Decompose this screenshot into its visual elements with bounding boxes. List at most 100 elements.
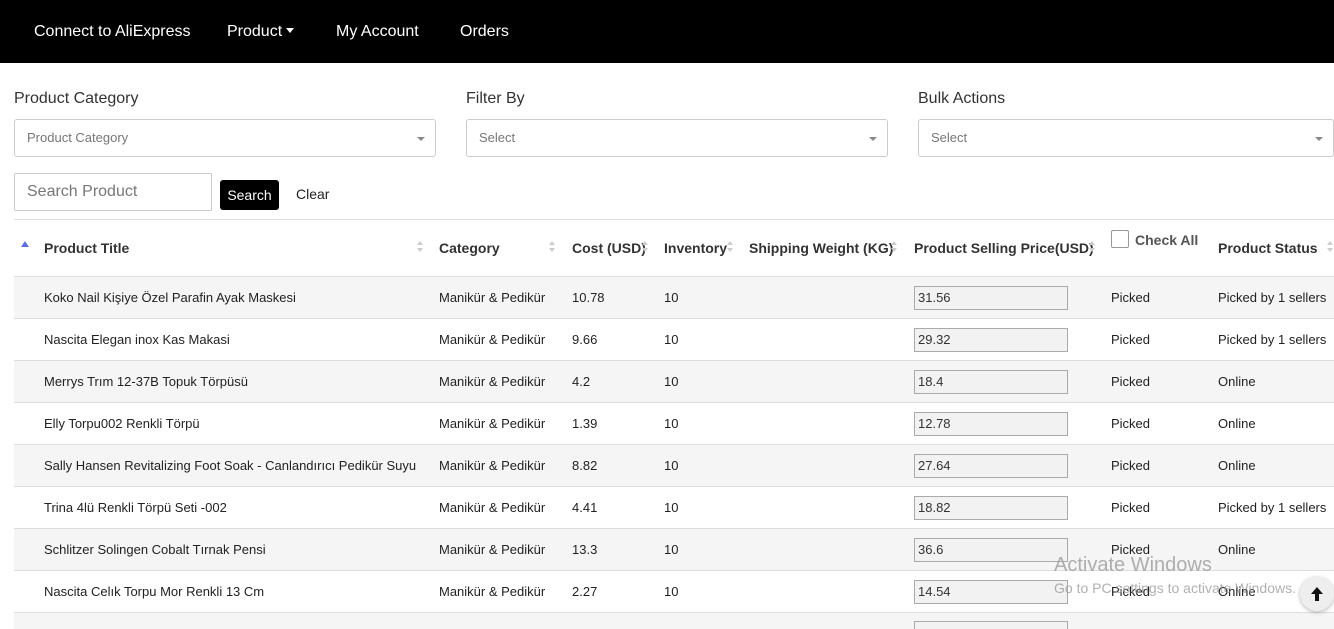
selling-price-input[interactable]: 14.54	[914, 580, 1068, 604]
arrow-up-icon	[1311, 587, 1323, 601]
chevron-down-icon	[417, 137, 425, 141]
cell-category: Manikür & Pedikür	[439, 290, 546, 305]
table-row: Merrys Trım 12-37B Topuk Törpüsü Manikür …	[14, 361, 1334, 403]
table-row: Trina 4lü Renkli Törpü Seti -002 Manikür …	[14, 487, 1334, 529]
search-input[interactable]	[14, 173, 212, 211]
activate-windows-subtext: Go to PC settings to activate Windows.	[1054, 580, 1296, 596]
cell-cost: 4.2	[572, 374, 591, 389]
nav-connect-aliexpress[interactable]: Connect to AliExpress	[34, 0, 191, 63]
cell-product-title: Trina 4lü Renkli Törpü Seti -002	[44, 500, 227, 515]
filter-by-placeholder: Select	[479, 130, 516, 145]
cell-category: Manikür & Pedikür	[439, 332, 546, 347]
cell-category: Manikür & Pedikür	[439, 374, 546, 389]
cell-product-title: Nascita Elegan inox Kas Makasi	[44, 332, 230, 347]
table-row: Nascita Elegan inox Kas Makasi Manikür & …	[14, 319, 1334, 361]
scroll-to-top-button[interactable]	[1300, 577, 1334, 611]
cell-status: Picked by 1 sellers	[1218, 332, 1327, 347]
sort-icon[interactable]	[891, 241, 897, 255]
cell-category: Manikür & Pedikür	[439, 458, 546, 473]
cell-product-title: Elly Torpu002 Renkli Törpü	[44, 416, 200, 431]
cell-product-title: Sally Hansen Revitalizing Foot Soak - Ca…	[44, 458, 417, 473]
cell-inventory: 10	[664, 290, 679, 305]
bulk-actions-label: Bulk Actions	[918, 90, 1006, 107]
selling-price-input[interactable]: 36.6	[914, 538, 1068, 562]
cell-picked: Picked	[1111, 290, 1151, 305]
header-cost[interactable]: Cost (USD)	[572, 220, 646, 277]
cell-picked: Picked	[1111, 500, 1151, 515]
cell-cost: 9.66	[572, 332, 598, 347]
cell-inventory: 10	[664, 500, 679, 515]
cell-cost: 4.41	[572, 500, 598, 515]
price-input-partial[interactable]	[914, 621, 1068, 629]
cell-category: Manikür & Pedikür	[439, 542, 546, 557]
header-selling-price[interactable]: Product Selling Price(USD)	[914, 220, 1094, 277]
cell-inventory: 10	[664, 542, 679, 557]
selling-price-input[interactable]: 18.4	[914, 370, 1068, 394]
sort-icon[interactable]	[727, 241, 733, 255]
cell-status: Online	[1218, 416, 1256, 431]
cell-category: Manikür & Pedikür	[439, 416, 546, 431]
cell-product-title: Nascita Celık Torpu Mor Renkli 13 Cm	[44, 584, 265, 599]
table-row: Koko Nail Kişiye Özel Parafin Ayak Maske…	[14, 277, 1334, 319]
selling-price-input[interactable]: 27.64	[914, 454, 1068, 478]
cell-status: Picked by 1 sellers	[1218, 290, 1327, 305]
nav-product-dropdown[interactable]: Product	[227, 0, 295, 63]
cell-cost: 8.82	[572, 458, 598, 473]
cell-status: Picked by 1 sellers	[1218, 500, 1327, 515]
clear-button[interactable]: Clear	[296, 186, 329, 202]
check-all-checkbox[interactable]	[1111, 230, 1129, 249]
selling-price-input[interactable]: 29.32	[914, 328, 1068, 352]
search-button[interactable]: Search	[220, 180, 279, 210]
sort-asc-icon[interactable]	[21, 241, 29, 247]
sort-icon[interactable]	[642, 241, 648, 255]
header-shipping-weight[interactable]: Shipping Weight (KG)	[749, 220, 893, 277]
nav-my-account[interactable]: My Account	[336, 0, 419, 63]
sort-icon[interactable]	[417, 241, 423, 255]
cell-cost: 10.78	[572, 290, 605, 305]
table-row: Sally Hansen Revitalizing Foot Soak - Ca…	[14, 445, 1334, 487]
header-category[interactable]: Category	[439, 220, 500, 277]
cell-cost: 13.3	[572, 542, 598, 557]
product-category-select[interactable]: Product Category	[14, 119, 436, 157]
bulk-actions-select[interactable]: Select	[918, 119, 1334, 157]
header-product-status[interactable]: Product Status	[1218, 220, 1318, 277]
product-category-label: Product Category	[14, 90, 139, 107]
cell-cost: 1.39	[572, 416, 598, 431]
header-inventory[interactable]: Inventory	[664, 220, 727, 277]
check-all-label: Check All	[1135, 232, 1199, 248]
cell-inventory: 10	[664, 584, 679, 599]
cell-picked: Picked	[1111, 458, 1151, 473]
top-navbar: Connect to AliExpress Product My Account…	[0, 0, 1334, 63]
cell-inventory: 10	[664, 458, 679, 473]
chevron-down-icon	[869, 137, 877, 141]
selling-price-input[interactable]: 31.56	[914, 286, 1068, 310]
nav-orders[interactable]: Orders	[460, 0, 509, 63]
cell-product-title: Merrys Trım 12-37B Topuk Törpüsü	[44, 374, 248, 389]
cell-inventory: 10	[664, 374, 679, 389]
cell-picked: Picked	[1111, 332, 1151, 347]
check-all[interactable]: Check All	[1111, 230, 1199, 252]
cell-category: Manikür & Pedikür	[439, 500, 546, 515]
header-product-title[interactable]: Product Title	[44, 220, 129, 277]
cell-picked: Picked	[1111, 416, 1151, 431]
sort-icon[interactable]	[1327, 241, 1333, 255]
filter-by-select[interactable]: Select	[466, 119, 888, 157]
sort-icon[interactable]	[1089, 241, 1095, 255]
cell-cost: 2.27	[572, 584, 598, 599]
table-row-partial	[14, 613, 1334, 629]
cell-product-title: Schlitzer Solingen Cobalt Tırnak Pensi	[44, 542, 266, 557]
cell-inventory: 10	[664, 332, 679, 347]
table-header: Product Title Category Cost (USD) Invent…	[14, 219, 1334, 277]
selling-price-input[interactable]: 18.82	[914, 496, 1068, 520]
sort-icon[interactable]	[549, 241, 555, 255]
filter-by-label: Filter By	[466, 90, 525, 107]
chevron-down-icon	[1315, 137, 1323, 141]
cell-status: Online	[1218, 374, 1256, 389]
cell-category: Manikür & Pedikür	[439, 584, 546, 599]
bulk-actions-placeholder: Select	[931, 130, 968, 145]
cell-picked: Picked	[1111, 374, 1151, 389]
cell-status: Online	[1218, 458, 1256, 473]
selling-price-input[interactable]: 12.78	[914, 412, 1068, 436]
cell-product-title: Koko Nail Kişiye Özel Parafin Ayak Maske…	[44, 290, 296, 305]
cell-status: Online	[1218, 542, 1256, 557]
